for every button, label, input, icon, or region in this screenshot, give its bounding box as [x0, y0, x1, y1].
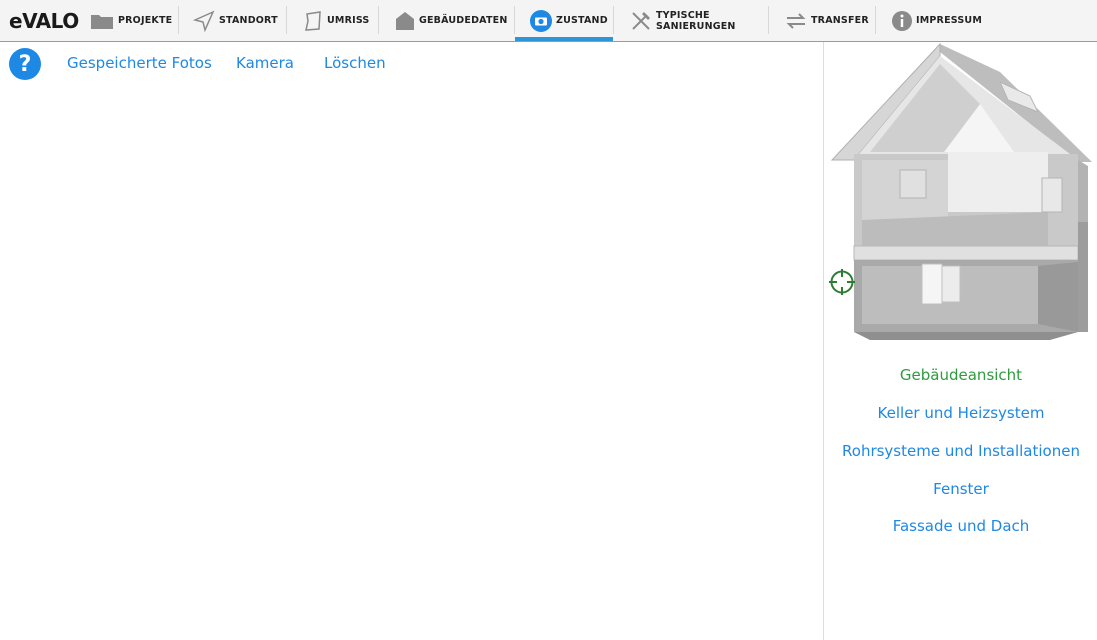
nav-umriss[interactable]: UMRISS	[303, 0, 369, 41]
category-keller-heizsystem[interactable]: Keller und Heizsystem	[824, 402, 1097, 424]
nav-divider	[378, 6, 379, 34]
delete-link[interactable]: Löschen	[324, 52, 386, 74]
nav-divider	[514, 6, 515, 34]
nav-projekte-label: PROJEKTE	[118, 15, 173, 26]
camera-icon	[530, 9, 552, 32]
camera-link[interactable]: Kamera	[236, 52, 294, 74]
nav-label-line2: SANIERUNGEN	[656, 20, 736, 32]
transfer-arrows-icon	[785, 12, 807, 30]
nav-gebaeudedaten[interactable]: GEBÄUDEDATEN	[395, 0, 508, 41]
help-icon[interactable]: ?	[9, 48, 41, 80]
nav-divider	[768, 6, 769, 34]
nav-transfer-label: TRANSFER	[811, 15, 869, 26]
nav-typische-sanierungen[interactable]: TYPISCHE SANIERUNGEN	[630, 0, 736, 41]
help-glyph: ?	[18, 51, 32, 77]
location-arrow-icon	[193, 10, 215, 32]
crosshair-target-icon[interactable]	[829, 269, 855, 295]
nav-impressum[interactable]: IMPRESSUM	[892, 0, 982, 41]
category-fassade-dach[interactable]: Fassade und Dach	[824, 515, 1097, 537]
house-icon	[395, 11, 415, 31]
app-logo: eVALO	[9, 9, 79, 33]
house-3d-illustration	[830, 42, 1092, 340]
nav-divider	[875, 6, 876, 34]
nav-label-line1: TYPISCHE	[656, 9, 710, 21]
nav-transfer[interactable]: TRANSFER	[785, 0, 869, 41]
nav-umriss-label: UMRISS	[327, 15, 370, 26]
nav-divider	[286, 6, 287, 34]
category-fenster[interactable]: Fenster	[824, 478, 1097, 500]
nav-zustand-label: ZUSTAND	[556, 15, 608, 26]
saved-photos-link[interactable]: Gespeicherte Fotos	[67, 52, 212, 74]
outline-shape-icon	[303, 10, 323, 32]
nav-impressum-label: IMPRESSUM	[916, 15, 982, 26]
nav-active-indicator	[515, 37, 613, 41]
right-category-panel: Gebäudeansicht Keller und Heizsystem Roh…	[823, 42, 1097, 640]
nav-typische-sanierungen-label: TYPISCHE SANIERUNGEN	[656, 10, 736, 32]
info-icon	[892, 10, 912, 31]
nav-gebaeudedaten-label: GEBÄUDEDATEN	[419, 15, 508, 26]
nav-standort[interactable]: STANDORT	[193, 0, 278, 41]
category-rohrsysteme[interactable]: Rohrsysteme und Installationen	[824, 440, 1097, 462]
logo-text: eVALO	[9, 9, 79, 33]
folder-icon	[90, 12, 114, 30]
nav-projekte[interactable]: PROJEKTE	[90, 0, 172, 41]
top-navigation-bar: eVALO PROJEKTE STANDORT UMRISS GEBÄUDEDA…	[0, 0, 1097, 42]
tools-icon	[630, 10, 652, 32]
nav-standort-label: STANDORT	[219, 15, 278, 26]
nav-zustand[interactable]: ZUSTAND	[530, 0, 608, 41]
nav-divider	[178, 6, 179, 34]
category-gebaeudeansicht[interactable]: Gebäudeansicht	[824, 364, 1097, 386]
nav-divider	[613, 6, 614, 34]
